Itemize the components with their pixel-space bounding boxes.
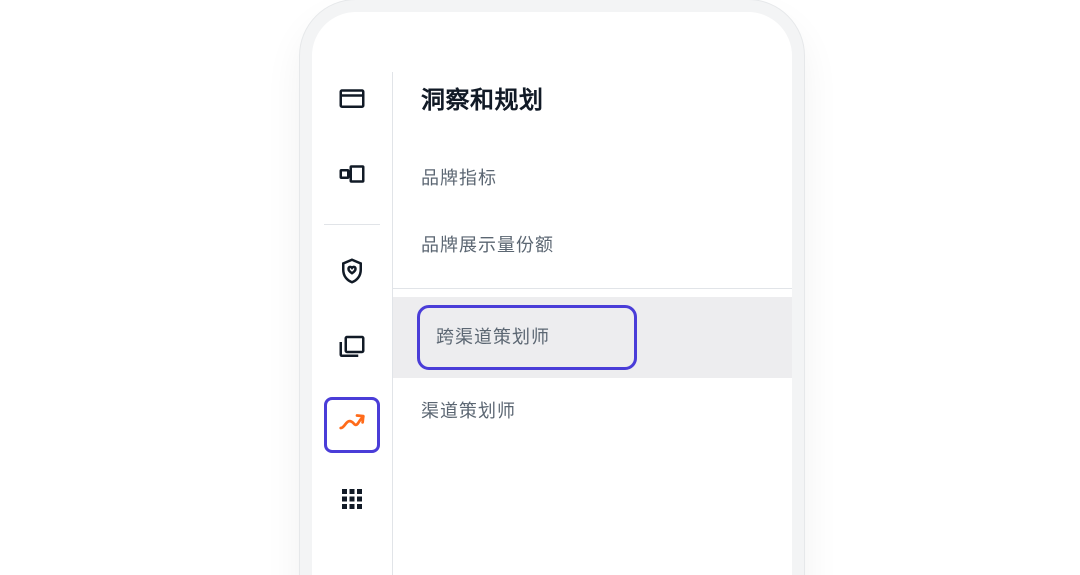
grid-apps-icon <box>337 484 367 518</box>
menu-item-cross-channel-planner-label: 跨渠道策划师 <box>417 305 637 370</box>
stage: 洞察和规划 品牌指标 品牌展示量份额 跨渠道策划师 渠道策划师 <box>0 0 1080 575</box>
payment-card-icon <box>337 83 367 117</box>
trend-up-icon <box>337 408 367 442</box>
rail-divider <box>324 224 380 225</box>
brand-health-shield-icon <box>337 256 367 290</box>
menu-item-brand-metrics[interactable]: 品牌指标 <box>393 145 792 212</box>
content-panel: 洞察和规划 品牌指标 品牌展示量份额 跨渠道策划师 渠道策划师 <box>392 72 792 575</box>
app-root: 洞察和规划 品牌指标 品牌展示量份额 跨渠道策划师 渠道策划师 <box>312 12 792 575</box>
phone-side-button-right <box>803 332 804 382</box>
menu-item-brand-share[interactable]: 品牌展示量份额 <box>393 212 792 279</box>
panel-title: 洞察和规划 <box>393 72 792 145</box>
menu-item-channel-planner[interactable]: 渠道策划师 <box>393 378 792 445</box>
media-gallery-icon <box>337 332 367 366</box>
phone-frame: 洞察和规划 品牌指标 品牌展示量份额 跨渠道策划师 渠道策划师 <box>300 0 804 575</box>
rail-item-gallery[interactable] <box>327 321 377 377</box>
rail-item-payment[interactable] <box>327 72 377 128</box>
rail-item-layout[interactable] <box>327 148 377 204</box>
menu-divider <box>393 288 792 289</box>
layout-icon <box>337 159 367 193</box>
phone-screen: 洞察和规划 品牌指标 品牌展示量份额 跨渠道策划师 渠道策划师 <box>312 12 792 575</box>
icon-rail <box>312 72 392 575</box>
menu-item-cross-channel-planner[interactable]: 跨渠道策划师 <box>393 297 792 378</box>
phone-side-button-left <box>300 332 301 402</box>
rail-item-apps[interactable] <box>327 473 377 529</box>
rail-item-shield[interactable] <box>327 245 377 301</box>
rail-item-trend[interactable] <box>324 397 380 453</box>
